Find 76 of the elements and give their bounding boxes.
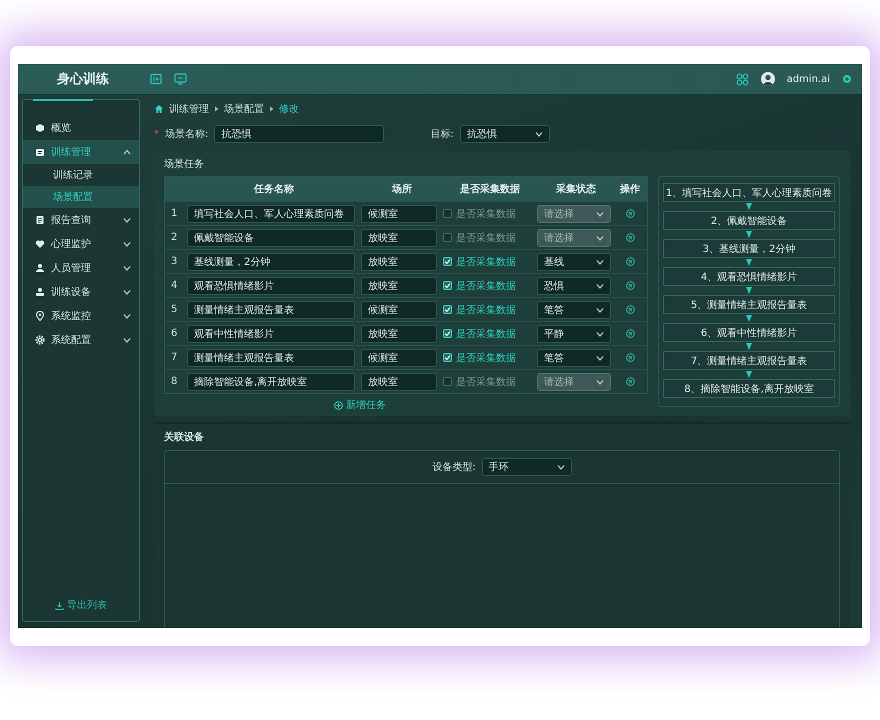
column-header: 采集状态 — [555, 182, 597, 196]
required-mark: * — [154, 128, 159, 140]
flow-step: 7、测量情绪主观报告量表 — [663, 351, 835, 370]
sidebar-item[interactable]: 系统配置 — [23, 328, 139, 352]
checkbox-label: 是否采集数据 — [456, 232, 516, 244]
column-header: 操作 — [618, 182, 641, 196]
text-field[interactable]: 基线测量，2分钟 — [187, 252, 355, 270]
section-title: 场景任务 — [164, 158, 205, 171]
export-button[interactable]: 导出列表 — [49, 597, 113, 613]
status-select[interactable]: 基线 — [537, 252, 611, 270]
target-select[interactable]: 抗恐惧 — [460, 125, 550, 143]
flow-step: 6、观看中性情绪影片 — [663, 323, 835, 342]
user-name[interactable]: admin.ai — [786, 74, 830, 84]
field-label: 设备类型: — [432, 460, 476, 474]
device-type-select[interactable]: 手环 — [482, 458, 572, 476]
column-header: 是否采集数据 — [459, 182, 521, 196]
row-number: 8 — [170, 376, 178, 387]
flow-step: 1、填写社会人口、军人心理素质问卷 — [663, 183, 835, 202]
text-field[interactable]: 放映室 — [361, 324, 437, 342]
text-field[interactable]: 放映室 — [361, 228, 437, 246]
app-title: 身心训练 — [56, 70, 110, 88]
checkbox-label: 是否采集数据 — [456, 304, 516, 316]
section-title: 关联设备 — [164, 430, 205, 444]
breadcrumb-link[interactable]: 修改 — [279, 102, 299, 116]
sidebar-subitem[interactable]: 训练记录 — [23, 164, 139, 186]
text-field[interactable]: 观看恐惧情绪影片 — [187, 276, 355, 294]
add-task-button[interactable]: 新增任务 — [334, 398, 386, 412]
checkbox-label: 是否采集数据 — [456, 208, 516, 220]
text-field[interactable]: 放映室 — [361, 276, 437, 294]
row-number: 6 — [170, 328, 178, 339]
sidebar-item[interactable]: 系统监控 — [23, 304, 139, 328]
row-number: 2 — [170, 232, 178, 243]
flow-step: 2、佩戴智能设备 — [663, 211, 835, 230]
status-select[interactable]: 笔答 — [537, 348, 611, 366]
flow-step: 3、基线测量，2分钟 — [663, 239, 835, 258]
text-field[interactable]: 候测室 — [361, 300, 437, 318]
checkbox-label: 是否采集数据 — [456, 352, 516, 364]
column-header: 场所 — [390, 182, 413, 196]
column-header: 任务名称 — [252, 182, 295, 196]
row-number: 5 — [170, 304, 178, 315]
row-number: 7 — [170, 352, 178, 363]
sidebar-subitem[interactable]: 场景配置 — [23, 186, 139, 208]
checkbox-label: 是否采集数据 — [456, 280, 516, 292]
text-field[interactable]: 测量情绪主观报告量表 — [187, 300, 355, 318]
status-select[interactable]: 笔答 — [537, 300, 611, 318]
sidebar-item[interactable]: 训练设备 — [23, 280, 139, 304]
checkbox-label: 是否采集数据 — [456, 256, 516, 268]
text-field[interactable]: 佩戴智能设备 — [187, 228, 355, 246]
row-number: 4 — [170, 280, 178, 291]
text-field[interactable]: 候测室 — [361, 348, 437, 366]
text-field[interactable]: 候测室 — [361, 204, 437, 222]
row-number: 3 — [170, 256, 178, 267]
text-field[interactable]: 抗恐惧 — [214, 125, 384, 143]
flow-step: 8、摘除智能设备,离开放映室 — [663, 379, 835, 398]
flow-step: 5、测量情绪主观报告量表 — [663, 295, 835, 314]
sidebar-item[interactable]: 训练管理 — [23, 140, 139, 164]
sidebar-item[interactable]: 概览 — [23, 116, 139, 140]
flow-step: 4、观看恐惧情绪影片 — [663, 267, 835, 286]
sidebar-item[interactable]: 报告查询 — [23, 208, 139, 232]
checkbox-label: 是否采集数据 — [456, 328, 516, 340]
status-select[interactable]: 平静 — [537, 324, 611, 342]
row-number: 1 — [170, 208, 178, 219]
text-field[interactable]: 放映室 — [361, 252, 437, 270]
text-field[interactable]: 摘除智能设备,离开放映室 — [187, 372, 355, 390]
status-select[interactable]: 恐惧 — [537, 276, 611, 294]
field-label: 场景名称: — [165, 128, 208, 141]
breadcrumb-link[interactable]: 训练管理 — [169, 102, 209, 116]
text-field[interactable]: 放映室 — [361, 372, 437, 390]
sidebar-item[interactable]: 心理监护 — [23, 232, 139, 256]
text-field[interactable]: 测量情绪主观报告量表 — [187, 348, 355, 366]
sidebar-item[interactable]: 人员管理 — [23, 256, 139, 280]
field-label: 目标: — [430, 128, 454, 141]
text-field[interactable]: 填写社会人口、军人心理素质问卷 — [187, 204, 355, 222]
checkbox-label: 是否采集数据 — [456, 376, 516, 388]
text-field[interactable]: 观看中性情绪影片 — [187, 324, 355, 342]
breadcrumb-link[interactable]: 场景配置 — [224, 102, 264, 116]
